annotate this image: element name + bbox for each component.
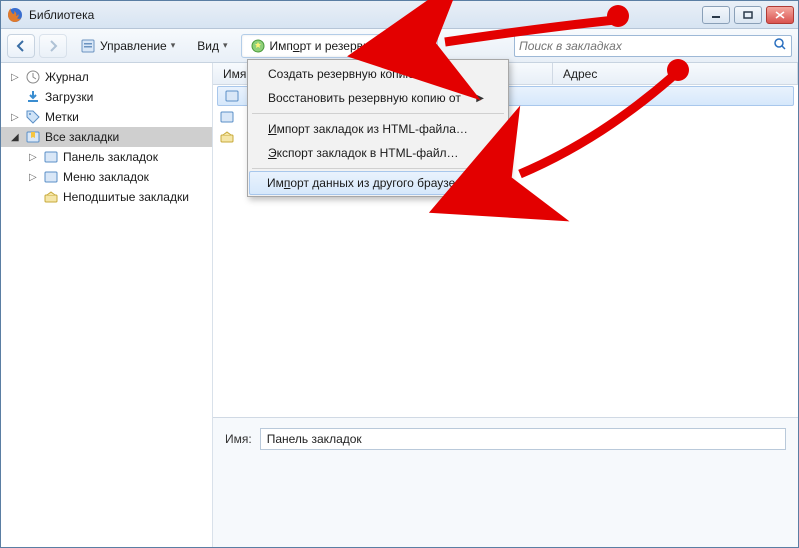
tree-label: Панель закладок [63,150,158,164]
expand-icon[interactable]: ▷ [11,112,21,123]
tree-label: Метки [45,110,79,124]
menu-import-browser[interactable]: Импорт данных из другого браузера… [249,171,507,195]
menu-restore-backup[interactable]: Восстановить резервную копию от ▶ [250,86,506,110]
view-button[interactable]: Вид ▾ [188,35,236,57]
firefox-icon [7,7,23,23]
window-buttons [702,6,794,24]
import-backup-label: Импорт и резервные копии [270,39,421,53]
chevron-down-icon: ▾ [223,40,228,51]
tree-label: Меню закладок [63,170,149,184]
detail-name-label: Имя: [225,428,252,446]
unsorted-icon [219,129,235,145]
nav-forward-button[interactable] [39,34,67,58]
search-box[interactable] [514,35,792,57]
tree-menu-bookmarks[interactable]: ▷ Меню закладок [1,167,212,187]
folder-icon [224,88,240,104]
tree-tags[interactable]: ▷ Метки [1,107,212,127]
search-input[interactable] [519,39,773,53]
tree-downloads[interactable]: Загрузки [1,87,212,107]
star-badge-icon [250,38,266,54]
maximize-button[interactable] [734,6,762,24]
expand-icon[interactable]: ▷ [11,72,21,83]
tag-icon [25,109,41,125]
manage-icon [80,38,96,54]
tree-label: Загрузки [45,90,93,104]
tree-label: Все закладки [45,130,119,144]
view-label: Вид [197,39,219,53]
import-backup-button[interactable]: Импорт и резервные копии ▾ [241,34,438,58]
clock-icon [25,69,41,85]
chevron-down-icon: ▾ [171,40,176,51]
folder-icon [43,169,59,185]
menu-separator [252,113,504,114]
folder-icon [43,149,59,165]
detail-pane: Имя: Панель закладок [213,417,798,547]
menu-create-backup[interactable]: Создать резервную копию… [250,62,506,86]
nav-back-button[interactable] [7,34,35,58]
unsorted-icon [43,189,59,205]
folder-icon [219,109,235,125]
expand-icon[interactable]: ▷ [29,172,39,183]
minimize-button[interactable] [702,6,730,24]
menu-separator [252,168,504,169]
toolbar: Управление ▾ Вид ▾ Импорт и резервные ко… [1,29,798,63]
collapse-icon[interactable]: ◢ [11,132,21,143]
tree-all-bookmarks[interactable]: ◢ Все закладки [1,127,212,147]
window-title: Библиотека [29,8,702,22]
tree-toolbar-bookmarks[interactable]: ▷ Панель закладок [1,147,212,167]
close-button[interactable] [766,6,794,24]
submenu-arrow-icon: ▶ [476,93,484,104]
search-icon [773,37,787,54]
chevron-down-icon: ▾ [424,40,429,51]
sidebar: ▷ Журнал Загрузки ▷ Метки ◢ Все закладки… [1,63,213,547]
import-backup-menu: Создать резервную копию… Восстановить ре… [247,59,509,197]
tree-label: Неподшитые закладки [63,190,189,204]
manage-button[interactable]: Управление ▾ [71,34,184,58]
menu-import-html[interactable]: Импорт закладок из HTML-файла… [250,117,506,141]
manage-label: Управление [100,39,167,53]
expand-icon[interactable]: ▷ [29,152,39,163]
titlebar: Библиотека [1,1,798,29]
menu-export-html[interactable]: Экспорт закладок в HTML-файл… [250,141,506,165]
col-address[interactable]: Адрес [553,63,798,84]
tree-unsorted-bookmarks[interactable]: Неподшитые закладки [1,187,212,207]
tree-label: Журнал [45,70,89,84]
tree-history[interactable]: ▷ Журнал [1,67,212,87]
download-icon [25,89,41,105]
detail-name-input[interactable]: Панель закладок [260,428,786,450]
bookmarks-icon [25,129,41,145]
